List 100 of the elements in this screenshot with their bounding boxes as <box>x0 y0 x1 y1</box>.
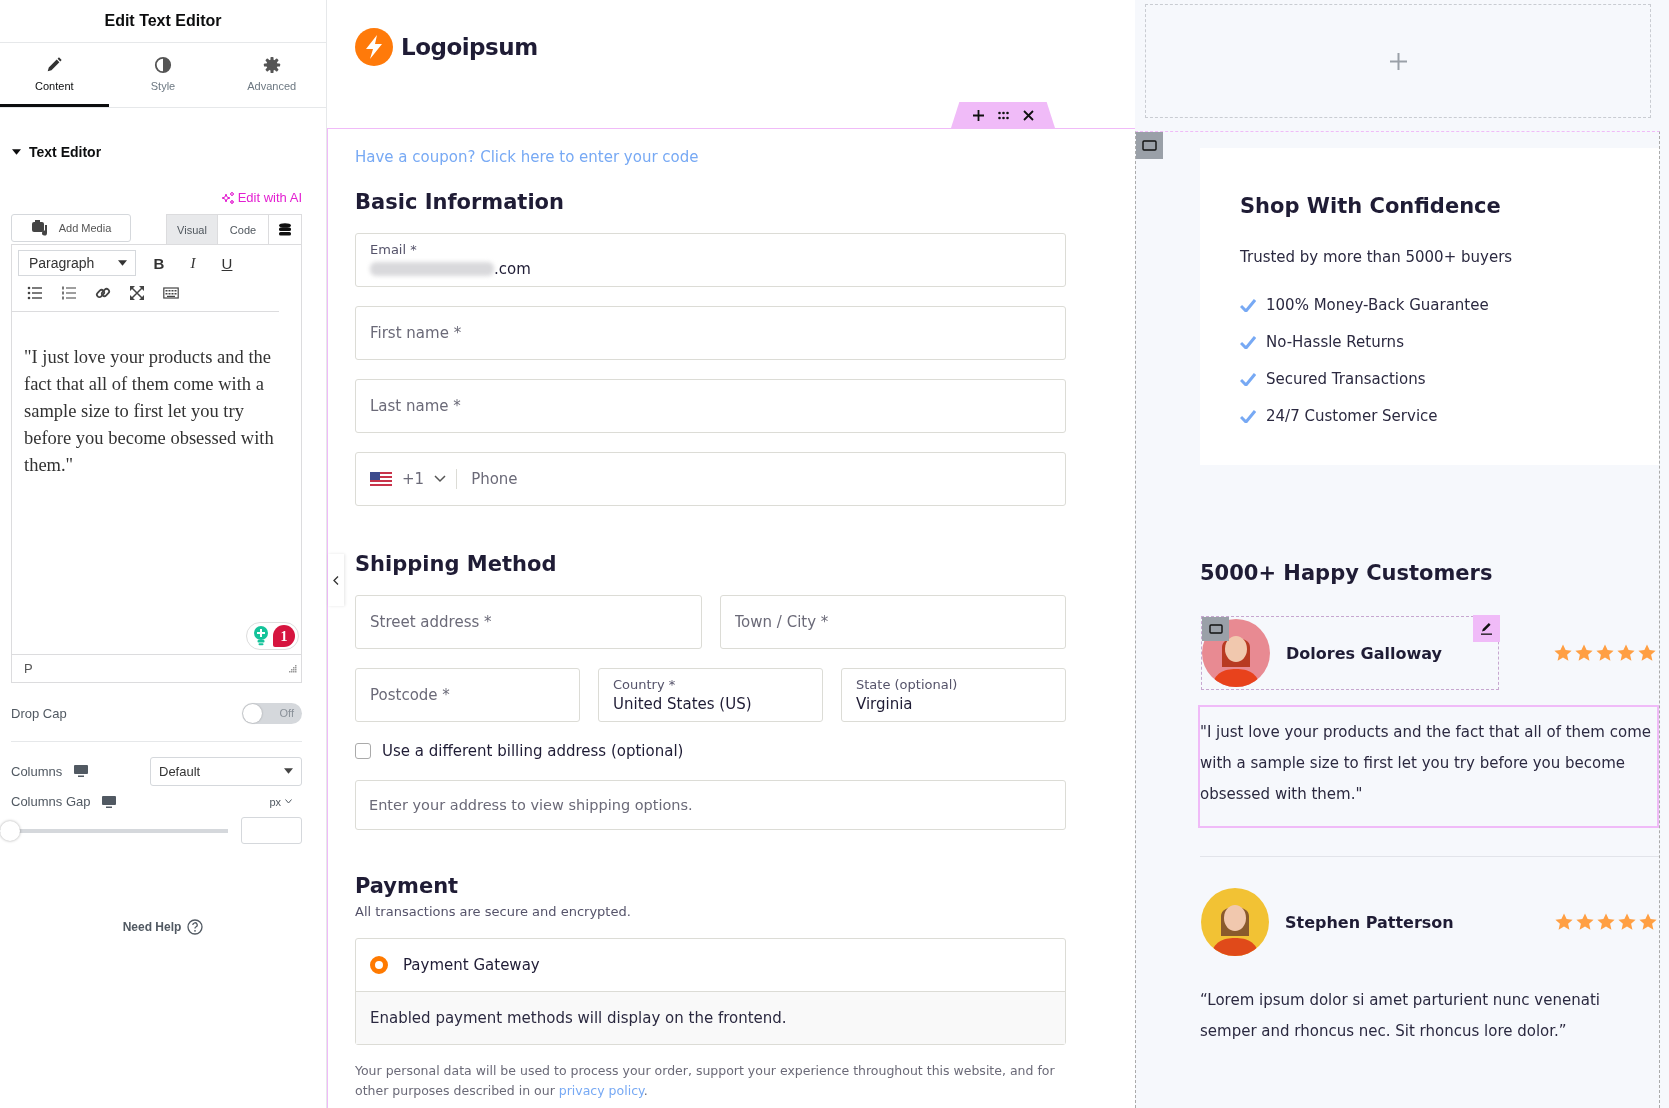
input-field[interactable]: Street address * <box>355 595 702 649</box>
element-path: P <box>24 661 33 676</box>
feature-text: 100% Money-Back Guarantee <box>1266 296 1489 314</box>
star-icon <box>1638 644 1656 662</box>
check-icon <box>1240 372 1256 386</box>
payment-method-label: Payment Gateway <box>403 956 540 974</box>
chevron-down-icon[interactable] <box>285 799 292 804</box>
drag-handle-icon[interactable] <box>997 109 1009 121</box>
input-field[interactable]: Country * United States (US) <box>598 668 823 722</box>
star-icon <box>1617 644 1635 662</box>
panel-tab[interactable]: Style <box>108 43 218 107</box>
ai-link[interactable]: Edit with AI <box>220 190 302 205</box>
check-icon <box>1240 335 1256 349</box>
control-label: Drop Cap <box>11 705 67 721</box>
logo-icon <box>355 28 393 66</box>
control-label: Columns Gap <box>11 794 91 809</box>
card-subtitle: Trusted by more than 5000+ buyers <box>1240 248 1514 266</box>
feature-text: No-Hassle Returns <box>1266 333 1404 351</box>
star-icon <box>1576 913 1594 931</box>
star-icon <box>1555 913 1573 931</box>
caret-icon[interactable] <box>118 260 127 266</box>
phone-field[interactable]: +1 Phone <box>355 452 1066 506</box>
star-icon <box>1597 913 1615 931</box>
caret-icon[interactable] <box>12 149 21 155</box>
add-icon[interactable] <box>972 109 984 121</box>
desktop-icon[interactable] <box>102 795 117 808</box>
numbered-list-icon[interactable] <box>61 285 77 301</box>
check-icon <box>1240 298 1256 312</box>
panel-title: Edit Text Editor <box>0 0 326 43</box>
desktop-icon[interactable] <box>74 765 89 777</box>
format-button[interactable]: B <box>142 250 176 276</box>
section-heading: Basic Information <box>355 190 565 214</box>
chevron-left-icon[interactable] <box>333 575 339 585</box>
add-media-button[interactable]: Add Media <box>11 214 131 242</box>
section-heading: 5000+ Happy Customers <box>1200 561 1494 585</box>
star-icon <box>1596 644 1614 662</box>
pencil-icon[interactable] <box>1480 622 1493 635</box>
settings-icon[interactable] <box>262 55 281 74</box>
input-field[interactable]: Postcode * <box>355 668 580 722</box>
link-icon[interactable] <box>95 285 111 301</box>
privacy-notice: Your personal data will be used to process your order, support your experience throughout this website, and for other purposes described in our privacy policy. <box>355 1062 1056 1100</box>
check-icon <box>1240 409 1256 423</box>
star-icon <box>1554 644 1572 662</box>
card-title: Shop With Confidence <box>1240 194 1502 218</box>
star-icon <box>1618 913 1636 931</box>
feature-text: 24/7 Customer Service <box>1266 407 1438 425</box>
panel-tab[interactable]: Content <box>0 43 109 107</box>
flag-icon[interactable] <box>370 472 392 486</box>
payment-note: Enabled payment methods will display on the frontend. <box>356 992 1065 1044</box>
grammar-badge[interactable]: 1 <box>246 622 299 650</box>
column-icon[interactable] <box>1142 140 1157 151</box>
logo-text: Logoipsum <box>401 34 538 60</box>
editor-text: "I just love your products and the fact that all of them come with a sample size to first let you try before you become obsessed with them." <box>24 346 275 477</box>
format-button[interactable]: U <box>210 250 244 276</box>
database-icon[interactable] <box>279 223 291 236</box>
section-header[interactable]: Text Editor <box>12 144 326 160</box>
star-icon <box>1575 644 1593 662</box>
section-heading: Payment <box>355 874 460 898</box>
format-dropdown[interactable]: Paragraph <box>18 250 136 276</box>
review-quote: "I just love your products and the fact that all of them come with a sample size to first let you try before you become obsessed with them." <box>1198 705 1659 828</box>
bullet-list-icon[interactable] <box>27 285 43 301</box>
section-handle[interactable] <box>1136 132 1163 159</box>
section-heading: Shipping Method <box>355 552 558 576</box>
radio-button[interactable] <box>370 956 388 974</box>
close-icon[interactable] <box>1022 109 1034 121</box>
slider-thumb[interactable] <box>0 820 20 841</box>
control-label: Columns <box>11 763 63 779</box>
shipping-notice: Enter your address to view shipping options. <box>355 780 1066 830</box>
input-field[interactable]: Email * .com <box>355 233 1066 287</box>
number-input[interactable] <box>241 817 302 844</box>
checkbox-label: Use a different billing address (optional) <box>382 742 684 760</box>
chevron-down-icon[interactable] <box>434 475 447 483</box>
input-field[interactable]: State (optional) Virginia <box>841 668 1066 722</box>
input-field[interactable]: Last name * <box>355 379 1066 433</box>
format-button[interactable]: I <box>176 250 210 276</box>
checkbox[interactable] <box>355 743 371 759</box>
section-subtitle: All transactions are secure and encrypted. <box>355 904 632 919</box>
caret-icon[interactable] <box>284 768 293 774</box>
review-quote: “Lorem ipsum dolor si amet parturient nunc venenati semper and rhoncus nec. Sit rhoncus lore dolor.” <box>1199 990 1601 1042</box>
sparkle-icon[interactable] <box>220 190 235 205</box>
edit-button[interactable] <box>1473 615 1500 642</box>
keyboard-icon[interactable] <box>163 285 179 301</box>
star-icon <box>1639 913 1657 931</box>
panel-tab[interactable]: Advanced <box>217 43 326 107</box>
help-link[interactable]: Need Help <box>122 919 204 935</box>
unit-dropdown[interactable]: px <box>269 795 292 808</box>
widget-handle[interactable] <box>1202 617 1229 641</box>
contrast-icon[interactable] <box>154 55 172 74</box>
column-icon[interactable] <box>1208 624 1223 634</box>
input-field[interactable]: First name * <box>355 306 1066 360</box>
input-field[interactable]: Town / City * <box>719 595 1066 649</box>
reviewer-name: Stephen Patterson <box>1285 912 1454 932</box>
columns-dropdown[interactable]: Default <box>150 756 302 786</box>
fullscreen-icon[interactable] <box>129 285 145 301</box>
help-icon[interactable] <box>187 919 204 935</box>
editor-tab[interactable]: Visual <box>167 215 218 244</box>
feature-text: Secured Transactions <box>1266 370 1426 388</box>
pencil-icon[interactable] <box>45 55 64 74</box>
reviewer-name: Dolores Galloway <box>1286 643 1442 663</box>
resize-grip-icon[interactable] <box>289 664 297 673</box>
